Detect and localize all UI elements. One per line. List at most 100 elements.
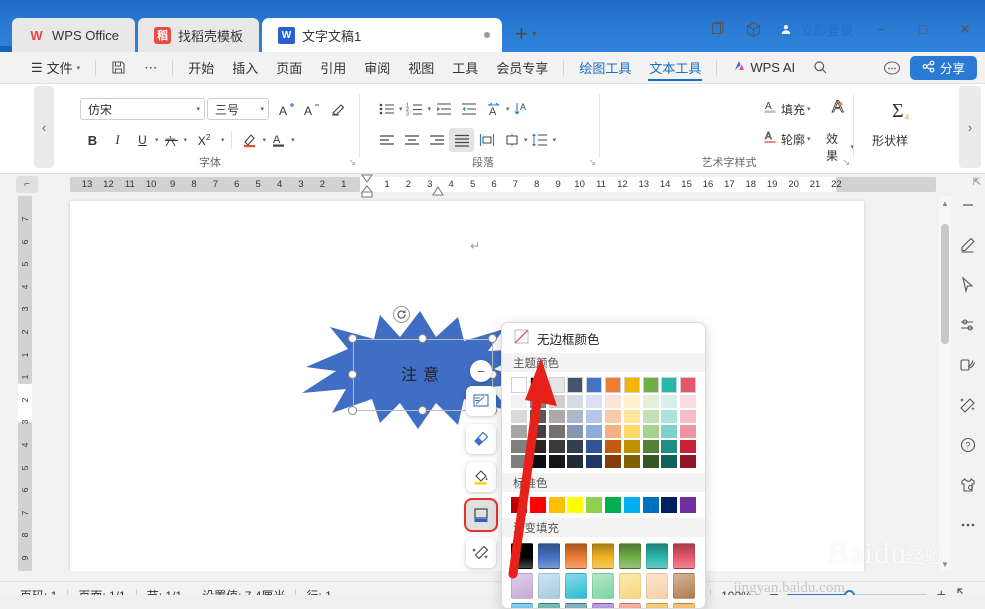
color-swatch[interactable] — [567, 455, 584, 468]
pinyin-guide-icon[interactable]: A — [481, 97, 506, 121]
shape-style-label[interactable]: 形状样 — [872, 132, 908, 149]
tab-template[interactable]: 稻 找稻壳模板 — [137, 18, 259, 52]
cursor-select-icon[interactable] — [951, 265, 985, 305]
color-swatch[interactable] — [642, 377, 659, 393]
color-swatch[interactable] — [529, 395, 546, 408]
color-swatch[interactable] — [680, 377, 697, 393]
gradient-swatch[interactable] — [538, 573, 560, 599]
gradient-swatch[interactable] — [673, 603, 695, 608]
vertical-scrollbar[interactable]: ▲ ▼ — [939, 196, 951, 571]
resize-handle-nw[interactable] — [348, 334, 357, 343]
gradient-swatch[interactable] — [565, 603, 587, 608]
color-swatch[interactable] — [604, 425, 621, 438]
clear-format-icon[interactable] — [325, 97, 350, 121]
text-outline-label[interactable]: 轮廓 — [781, 131, 805, 148]
chevron-down-icon[interactable]: ▾ — [399, 105, 403, 113]
gradient-swatch[interactable] — [538, 603, 560, 608]
color-swatch[interactable] — [680, 395, 697, 408]
text-fill-label[interactable]: 填充 — [781, 101, 805, 118]
magic-wand-icon[interactable] — [951, 385, 985, 425]
color-swatch[interactable] — [567, 425, 584, 438]
wps-ai-button[interactable]: WPS AI — [723, 55, 804, 81]
color-swatch[interactable] — [511, 455, 527, 468]
color-swatch[interactable] — [548, 455, 565, 468]
color-swatch[interactable] — [642, 455, 659, 468]
gradient-swatch[interactable] — [565, 573, 587, 599]
shape-effects-icon[interactable] — [466, 538, 496, 568]
color-swatch[interactable] — [586, 455, 603, 468]
gradient-swatch[interactable] — [511, 543, 533, 569]
color-swatch[interactable] — [586, 377, 603, 393]
color-swatch[interactable] — [567, 377, 584, 393]
menu-item-drawing-tools[interactable]: 绘图工具 — [570, 55, 640, 81]
text-fill-icon[interactable]: A — [762, 98, 779, 120]
color-swatch[interactable] — [548, 395, 565, 408]
gradient-swatch[interactable] — [619, 543, 641, 569]
scroll-up-icon[interactable]: ▲ — [939, 196, 951, 210]
pen-icon[interactable] — [951, 225, 985, 265]
border-color-panel[interactable]: 无边框颜色 主题颜色 标准色 渐变填充 — [501, 322, 706, 609]
gradient-swatch[interactable] — [646, 603, 668, 608]
tab-document[interactable]: W 文字文稿1 — [261, 18, 502, 52]
gradient-swatch[interactable] — [592, 543, 614, 569]
color-swatch[interactable] — [623, 455, 640, 468]
share-button[interactable]: 分享 — [909, 55, 977, 80]
search-icon[interactable] — [804, 55, 837, 81]
decrease-indent-icon[interactable] — [431, 97, 456, 121]
color-swatch[interactable] — [680, 410, 697, 423]
standard-color-swatch[interactable] — [642, 497, 659, 513]
gradient-swatch[interactable] — [538, 543, 560, 569]
standard-color-grid[interactable] — [502, 492, 705, 518]
menu-item-start[interactable]: 开始 — [179, 55, 223, 81]
color-swatch[interactable] — [511, 410, 527, 423]
strikethrough-button[interactable]: 六 — [159, 128, 184, 152]
chevron-down-icon[interactable]: ▾ — [807, 105, 811, 113]
text-effects-icon[interactable]: A — [828, 97, 852, 122]
color-swatch[interactable] — [661, 377, 678, 393]
help-icon[interactable]: ? — [951, 425, 985, 465]
standard-color-swatch[interactable] — [529, 497, 546, 513]
color-swatch[interactable] — [511, 425, 527, 438]
color-swatch[interactable] — [529, 455, 546, 468]
color-swatch[interactable] — [604, 455, 621, 468]
file-menu[interactable]: ☰ 文件 ▾ — [22, 55, 89, 81]
standard-color-swatch[interactable] — [586, 497, 603, 513]
menu-item-insert[interactable]: 插入 — [223, 55, 267, 81]
color-swatch[interactable] — [642, 395, 659, 408]
chevron-down-icon[interactable]: ▾ — [291, 136, 295, 144]
color-swatch[interactable] — [529, 440, 546, 453]
color-swatch[interactable] — [548, 410, 565, 423]
standard-color-swatch[interactable] — [548, 497, 565, 513]
resize-handle-ne[interactable] — [488, 334, 497, 343]
tab-stop-selector[interactable]: ⌐ — [16, 176, 38, 193]
color-swatch[interactable] — [623, 395, 640, 408]
standard-color-swatch[interactable] — [604, 497, 621, 513]
copy-icon[interactable] — [701, 15, 735, 43]
close-button[interactable]: ✕ — [945, 15, 985, 43]
color-swatch[interactable] — [529, 377, 546, 393]
align-justify-icon[interactable] — [449, 128, 474, 152]
color-swatch[interactable] — [623, 425, 640, 438]
gradient-swatch[interactable] — [673, 573, 695, 599]
align-center-icon[interactable] — [399, 128, 424, 152]
collapse-icon[interactable] — [951, 185, 985, 225]
save-button[interactable] — [102, 55, 135, 81]
menu-item-review[interactable]: 审阅 — [355, 55, 399, 81]
more-icon[interactable] — [951, 505, 985, 545]
color-swatch[interactable] — [642, 440, 659, 453]
menu-item-view[interactable]: 视图 — [399, 55, 443, 81]
gradient-color-grid[interactable] — [502, 537, 705, 608]
minimize-button[interactable]: − — [861, 15, 901, 43]
color-swatch[interactable] — [604, 440, 621, 453]
font-dialog-launcher[interactable]: ↘ — [348, 157, 356, 168]
align-left-icon[interactable] — [374, 128, 399, 152]
resize-handle-sw[interactable] — [348, 406, 357, 415]
fill-bucket-icon[interactable] — [466, 462, 496, 492]
gradient-swatch[interactable] — [619, 603, 641, 608]
color-swatch[interactable] — [661, 425, 678, 438]
paragraph-dialog-launcher[interactable]: ↘ — [588, 157, 596, 168]
hanging-indent-marker[interactable] — [359, 185, 375, 201]
horizontal-ruler[interactable]: ⌐ 13 12 11 10 9 8 7 6 5 4 3 2 1 1 2 3 4 5 6 7 8 9 10 11 12 13 14 15… — [0, 174, 985, 198]
chevron-down-icon[interactable]: ▾ — [807, 135, 811, 143]
gradient-swatch[interactable] — [511, 573, 533, 599]
